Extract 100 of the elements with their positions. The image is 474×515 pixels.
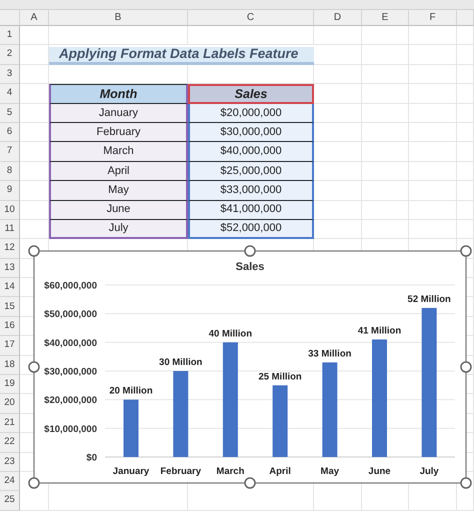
grid-cell[interactable] <box>362 142 409 162</box>
grid-cell[interactable] <box>314 122 362 142</box>
grid-cell[interactable] <box>409 104 457 123</box>
grid-cell[interactable] <box>314 45 362 65</box>
grid-cell[interactable] <box>457 142 474 162</box>
grid-cell[interactable] <box>409 220 457 240</box>
table-cell: $25,000,000 <box>188 162 314 182</box>
grid-cell[interactable] <box>362 64 409 84</box>
select-all-corner[interactable] <box>0 10 20 26</box>
column-header[interactable]: A <box>20 10 49 26</box>
grid-cell[interactable] <box>362 181 409 201</box>
grid-cell[interactable] <box>362 84 409 104</box>
resize-handle[interactable] <box>460 477 472 489</box>
row-header[interactable]: 10 <box>0 200 20 220</box>
grid-cell[interactable] <box>188 491 314 511</box>
grid-cell[interactable] <box>457 26 474 46</box>
grid-cell[interactable] <box>457 181 474 201</box>
axis-label: $10,000,000 <box>44 424 97 435</box>
resize-handle[interactable] <box>460 361 472 373</box>
column-header[interactable]: F <box>409 10 457 26</box>
grid-cell[interactable] <box>314 84 362 104</box>
grid-cell[interactable] <box>457 84 474 104</box>
grid-cell[interactable] <box>409 45 457 65</box>
grid-cell[interactable] <box>409 200 457 220</box>
grid-cell[interactable] <box>49 26 188 46</box>
grid-cell[interactable] <box>362 104 409 123</box>
row-header[interactable]: 19 <box>0 375 20 394</box>
row-header[interactable]: 20 <box>0 394 20 414</box>
row-header[interactable]: 22 <box>0 433 20 453</box>
column-header[interactable]: C <box>188 10 314 26</box>
grid-cell[interactable] <box>314 142 362 162</box>
grid-cell[interactable] <box>457 104 474 123</box>
column-header[interactable] <box>457 10 474 26</box>
row-header[interactable]: 18 <box>0 356 20 376</box>
grid-cell[interactable] <box>314 181 362 201</box>
grid-cell[interactable] <box>188 26 314 46</box>
row-header[interactable]: 3 <box>0 64 20 84</box>
row-header[interactable]: 2 <box>0 45 20 65</box>
row-header[interactable]: 14 <box>0 278 20 298</box>
grid-cell[interactable] <box>362 26 409 46</box>
row-header[interactable]: 1 <box>0 26 20 46</box>
resize-handle[interactable] <box>28 361 40 373</box>
grid-cell[interactable] <box>362 162 409 182</box>
grid-cell[interactable] <box>457 64 474 84</box>
row-header[interactable]: 21 <box>0 414 20 434</box>
grid-cell[interactable] <box>409 162 457 182</box>
grid-cell[interactable] <box>362 122 409 142</box>
column-header[interactable]: D <box>314 10 362 26</box>
grid-cell[interactable] <box>409 491 457 511</box>
row-header[interactable]: 9 <box>0 181 20 201</box>
grid-cell[interactable] <box>409 64 457 84</box>
grid-cell[interactable] <box>314 220 362 240</box>
grid-cell[interactable] <box>20 64 49 84</box>
grid-cell[interactable] <box>457 200 474 220</box>
grid-cell[interactable] <box>314 162 362 182</box>
grid-cell[interactable] <box>20 491 49 511</box>
grid-cell[interactable] <box>457 162 474 182</box>
grid-cell[interactable] <box>457 220 474 240</box>
column-header[interactable]: B <box>49 10 188 26</box>
grid-cell[interactable] <box>314 64 362 84</box>
axis-label: $0 <box>86 452 97 464</box>
grid-cell[interactable] <box>362 220 409 240</box>
grid-cell[interactable] <box>20 26 49 46</box>
grid-cell[interactable] <box>409 26 457 46</box>
grid-cell[interactable] <box>409 84 457 104</box>
row-header[interactable]: 16 <box>0 316 20 336</box>
row-header[interactable]: 13 <box>0 258 20 278</box>
grid-cell[interactable] <box>314 26 362 46</box>
grid-cell[interactable] <box>362 491 409 511</box>
resize-handle[interactable] <box>244 477 256 489</box>
grid-cell[interactable] <box>457 45 474 65</box>
row-header[interactable]: 24 <box>0 472 20 492</box>
grid-cell[interactable] <box>314 200 362 220</box>
grid-cell[interactable] <box>314 104 362 123</box>
grid-cell[interactable] <box>362 200 409 220</box>
grid-cell[interactable] <box>457 122 474 142</box>
axis-label: $60,000,000 <box>44 280 97 292</box>
row-header[interactable]: 12 <box>0 239 20 259</box>
row-header[interactable]: 17 <box>0 336 20 356</box>
resize-handle[interactable] <box>460 245 472 257</box>
column-header[interactable]: E <box>362 10 409 26</box>
grid-cell[interactable] <box>409 181 457 201</box>
resize-handle[interactable] <box>244 245 256 257</box>
row-header[interactable]: 4 <box>0 84 20 104</box>
row-header[interactable]: 5 <box>0 104 20 123</box>
row-header[interactable]: 8 <box>0 162 20 182</box>
resize-handle[interactable] <box>28 477 40 489</box>
grid-cell[interactable] <box>409 122 457 142</box>
grid-cell[interactable] <box>457 491 474 511</box>
resize-handle[interactable] <box>28 245 40 257</box>
row-header[interactable]: 15 <box>0 297 20 317</box>
grid-cell[interactable] <box>362 45 409 65</box>
row-header[interactable]: 7 <box>0 142 20 162</box>
grid-cell[interactable] <box>409 142 457 162</box>
row-header[interactable]: 11 <box>0 220 20 240</box>
row-header[interactable]: 25 <box>0 491 20 511</box>
grid-cell[interactable] <box>49 491 188 511</box>
row-header[interactable]: 23 <box>0 452 20 472</box>
row-header[interactable]: 6 <box>0 122 20 142</box>
grid-cell[interactable] <box>314 491 362 511</box>
